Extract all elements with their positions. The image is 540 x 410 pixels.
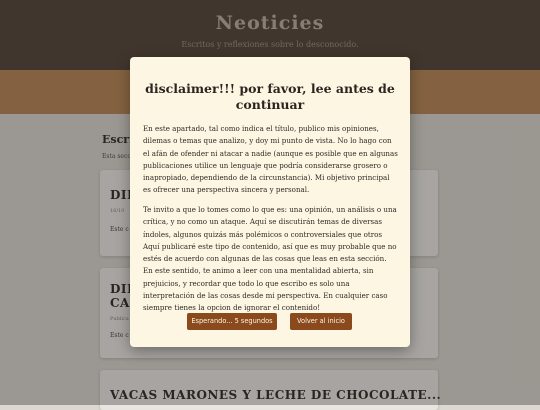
modal-title: disclaimer!!! por favor, lee antes de co… [145, 81, 395, 112]
wait-countdown-button[interactable]: Esperando... 5 segundos [187, 313, 277, 330]
disclaimer-modal: disclaimer!!! por favor, lee antes de co… [130, 57, 410, 347]
disclaimer-paragraph-2: Te invito a que lo tomes como lo que es:… [143, 205, 397, 313]
back-to-home-button[interactable]: Volver al inicio [290, 313, 352, 330]
disclaimer-paragraph-1: En este apartado, tal como indica el tít… [143, 124, 398, 195]
